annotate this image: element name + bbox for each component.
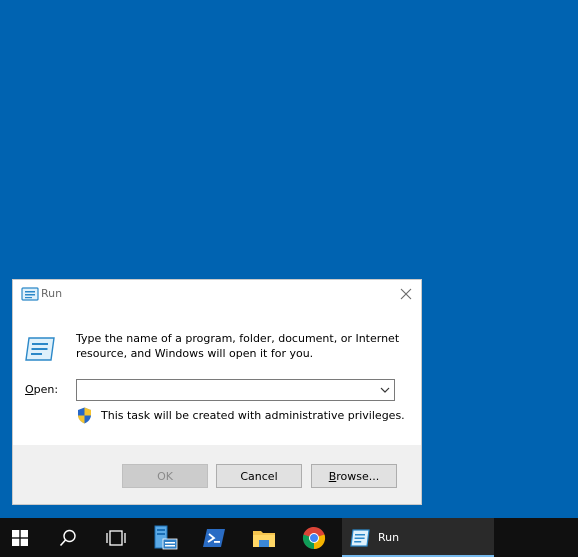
open-input[interactable] xyxy=(79,382,373,398)
close-icon xyxy=(400,288,412,300)
taskbar: Run xyxy=(0,518,578,557)
run-app-icon xyxy=(21,287,39,301)
admin-privileges-note: This task will be created with administr… xyxy=(101,409,405,422)
powershell-button[interactable] xyxy=(194,518,234,557)
search-button[interactable] xyxy=(48,518,88,557)
run-dialog: Run Type the name of a program, folder, … xyxy=(12,279,422,505)
server-manager-icon xyxy=(154,525,178,549)
close-button[interactable] xyxy=(391,280,421,308)
file-explorer-button[interactable] xyxy=(244,518,284,557)
browse-button[interactable]: Browse... xyxy=(311,464,397,488)
open-label-text: pen: xyxy=(33,383,59,396)
dialog-description: Type the name of a program, folder, docu… xyxy=(76,332,400,360)
powershell-icon xyxy=(203,528,225,547)
search-icon xyxy=(59,529,76,546)
ok-button[interactable]: OK xyxy=(122,464,208,488)
start-button[interactable] xyxy=(0,518,40,557)
chrome-icon xyxy=(302,526,326,549)
browse-accesskey: B xyxy=(328,469,337,483)
server-manager-button[interactable] xyxy=(146,518,186,557)
dialog-title: Run xyxy=(41,287,63,300)
taskbar-run-button[interactable]: Run xyxy=(342,518,494,557)
chevron-down-icon[interactable] xyxy=(379,384,391,396)
cancel-button[interactable]: Cancel xyxy=(216,464,302,488)
run-large-icon xyxy=(25,337,55,361)
open-label: Open: xyxy=(25,383,58,396)
open-combobox[interactable] xyxy=(76,379,395,401)
windows-start-icon xyxy=(12,529,28,546)
task-view-icon xyxy=(106,529,126,546)
run-icon xyxy=(350,528,370,547)
dialog-footer: OK Cancel Browse... xyxy=(13,445,421,504)
file-explorer-icon xyxy=(253,530,275,547)
taskbar-run-label: Run xyxy=(378,531,400,544)
task-view-button[interactable] xyxy=(96,518,136,557)
open-label-accesskey: O xyxy=(25,383,34,396)
browse-label-text: rowse... xyxy=(336,469,380,483)
chrome-button[interactable] xyxy=(294,518,334,557)
title-bar[interactable]: Run xyxy=(13,280,421,310)
uac-shield-icon xyxy=(78,407,91,424)
